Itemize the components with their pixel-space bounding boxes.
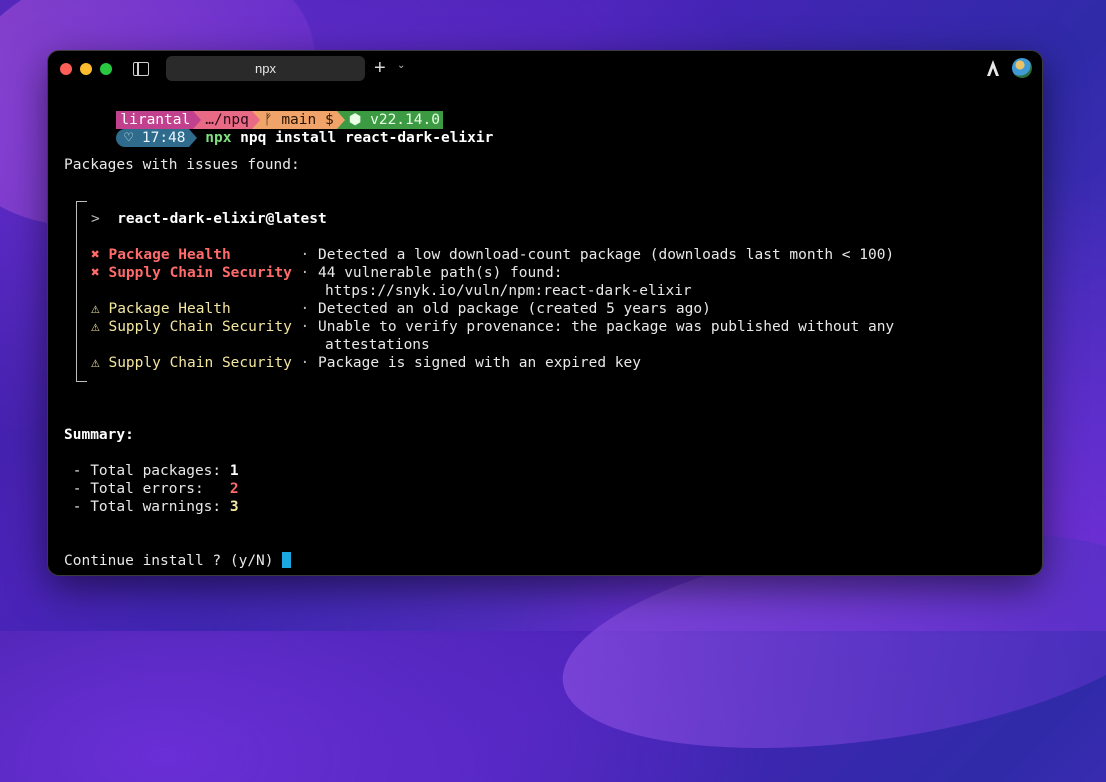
separator-dot: ·: [300, 265, 310, 281]
summary-errors: - Total errors: 2: [64, 480, 239, 498]
issue-row: ⚠ Package Health · Detected an old packa…: [91, 300, 711, 318]
chevron-right-icon: >: [91, 211, 100, 227]
separator-dot: ·: [300, 319, 310, 335]
issue-message: Package is signed with an expired key: [318, 355, 642, 371]
issue-row: ⚠ Supply Chain Security · Package is sig…: [91, 354, 641, 372]
issue-category: Supply Chain Security: [108, 355, 292, 371]
prompt-time-value: 17:48: [141, 130, 186, 146]
heart-icon: ♡: [124, 130, 142, 146]
issue-category: Package Health: [108, 301, 292, 317]
issue-row: ⚠ Supply Chain Security · Unable to veri…: [91, 318, 894, 336]
issue-row: ✖ Package Health · Detected a low downlo…: [91, 246, 894, 264]
error-icon: ✖: [91, 265, 100, 281]
continue-prompt-line[interactable]: Continue install ? (y/N): [64, 552, 292, 570]
terminal-window: npx + ⌄ lirantal …/npq ᚠ main $ ⬢ v22.14.0 …: [48, 51, 1042, 575]
issue-category: Supply Chain Security: [108, 265, 292, 281]
issue-message-continued: attestations: [325, 337, 430, 353]
tab-npx[interactable]: npx: [166, 56, 365, 81]
sidebar-toggle-icon[interactable]: [133, 62, 149, 76]
summary-title: Summary:: [64, 427, 134, 443]
new-tab-icon[interactable]: +: [374, 57, 386, 79]
issues-header: Packages with issues found:: [64, 157, 300, 173]
summary-packages-value: 1: [229, 463, 239, 479]
issues-box-border: [76, 201, 87, 382]
package-name: react-dark-elixir@latest: [117, 211, 327, 227]
zoom-button[interactable]: [100, 63, 112, 75]
issue-category: Package Health: [108, 247, 292, 263]
command-args: npq install react-dark-elixir: [231, 130, 494, 146]
issue-message: Detected a low download-count package (d…: [318, 247, 895, 263]
summary-warnings: - Total warnings: 3: [64, 498, 239, 516]
summary-packages-label: - Total packages:: [64, 463, 230, 479]
continue-prompt: Continue install ? (y/N): [64, 553, 283, 569]
warning-icon: ⚠: [91, 301, 100, 317]
warning-icon: ⚠: [91, 319, 100, 335]
summary-warnings-value: 3: [229, 499, 239, 515]
app-logo-icon[interactable]: [986, 60, 1000, 76]
issue-message: Unable to verify provenance: the package…: [318, 319, 895, 335]
error-icon: ✖: [91, 247, 100, 263]
close-button[interactable]: [60, 63, 72, 75]
summary-packages: - Total packages: 1: [64, 462, 239, 480]
issue-message: 44 vulnerable path(s) found:: [318, 265, 563, 281]
issue-category: Supply Chain Security: [108, 319, 292, 335]
command-bin: npx: [205, 130, 232, 146]
chevron-down-icon[interactable]: ⌄: [397, 60, 405, 71]
title-bar: npx + ⌄: [48, 51, 1042, 87]
separator-dot: ·: [300, 301, 310, 317]
text-cursor[interactable]: [282, 552, 292, 568]
issue-message-continued[interactable]: https://snyk.io/vuln/npm:react-dark-elix…: [325, 282, 692, 300]
summary-warnings-label: - Total warnings:: [64, 499, 230, 515]
separator-dot: ·: [300, 247, 310, 263]
issue-message: Detected an old package (created 5 years…: [318, 301, 711, 317]
minimize-button[interactable]: [80, 63, 92, 75]
issue-row: ✖ Supply Chain Security · 44 vulnerable …: [91, 264, 562, 282]
tab-label: npx: [255, 61, 276, 76]
summary-errors-label: - Total errors:: [64, 481, 230, 497]
prompt-time: ♡ 17:48: [116, 129, 189, 147]
prompt-line: lirantal …/npq ᚠ main $ ⬢ v22.14.0: [64, 93, 443, 129]
command-line: ♡ 17:48 npx npq install react-dark-elixi…: [64, 111, 493, 147]
summary-errors-value: 2: [229, 481, 239, 497]
separator-dot: ·: [300, 355, 310, 371]
warning-icon: ⚠: [91, 355, 100, 371]
avatar[interactable]: [1012, 58, 1032, 78]
package-row: > react-dark-elixir@latest: [91, 210, 327, 228]
